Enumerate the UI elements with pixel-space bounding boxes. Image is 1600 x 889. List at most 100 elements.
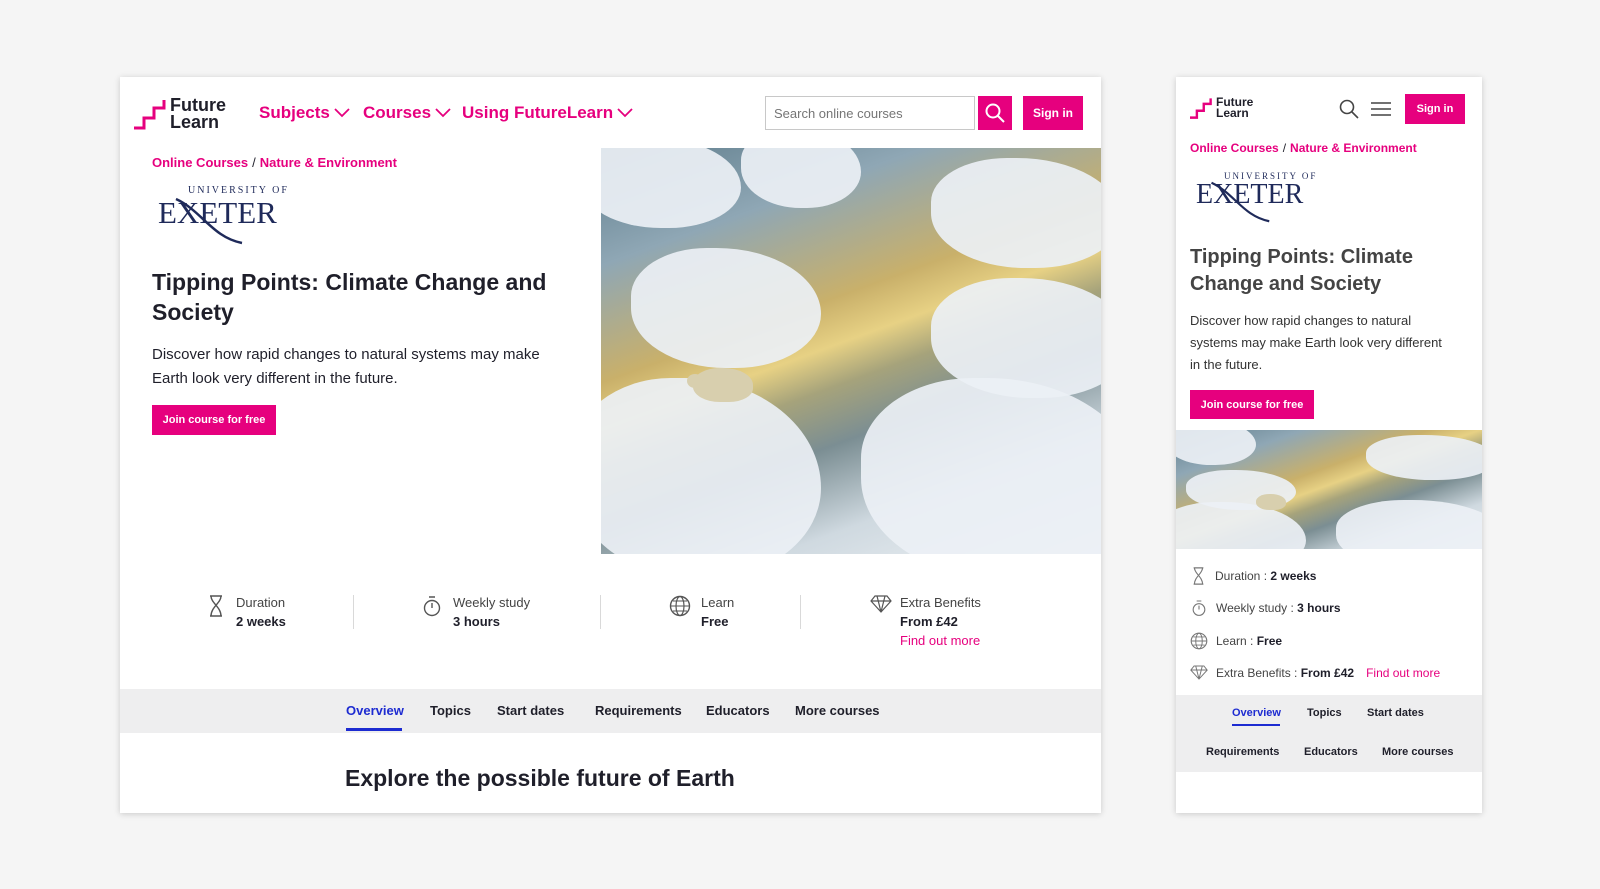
course-tabs-mobile: Overview Topics Start dates Requirements… [1176,695,1482,772]
stat-weekly-label: Weekly study [453,595,531,610]
menu-icon[interactable] [1371,101,1391,117]
hourglass-icon [210,595,222,617]
tab-start-dates[interactable]: Start dates [497,703,564,718]
nav-using-futurelearn[interactable]: Using FutureLearn [462,103,633,123]
stat-learn-mobile: Learn : Free [1190,632,1282,650]
stat-colon: : [1287,601,1298,615]
sign-in-button[interactable]: Sign in [1023,96,1083,130]
globe-icon [1190,632,1208,650]
futurelearn-logo-icon [134,100,166,130]
tab-educators[interactable]: Educators [706,703,770,718]
tab-active-underline [1232,724,1280,726]
stopwatch-icon [1192,600,1206,616]
join-course-button-mobile[interactable]: Join course for free [1190,390,1314,419]
exeter-swoosh-icon [175,197,243,245]
stat-colon: : [1290,665,1301,680]
hero-image-polar-bear [601,148,1101,554]
stat-duration-label: Duration [236,595,286,610]
globe-icon [669,595,691,617]
tab-overview[interactable]: Overview [1232,707,1281,719]
hero-image-polar-bear-mobile [1176,430,1482,549]
futurelearn-logo-icon [1190,98,1212,120]
stat-duration-value: 2 weeks [1270,569,1317,583]
stat-duration-value: 2 weeks [236,614,286,629]
tab-more-courses[interactable]: More courses [1382,746,1454,758]
breadcrumb-nature-environment[interactable]: Nature & Environment [260,155,397,170]
stat-weekly-study: Weekly study 3 hours [423,595,530,629]
tab-start-dates[interactable]: Start dates [1367,707,1424,719]
find-out-more-link-mobile[interactable]: Find out more [1366,666,1440,680]
nav-courses[interactable]: Courses [363,103,451,123]
stat-duration-label: Duration [1215,569,1261,583]
section-heading: Explore the possible future of Earth [345,765,735,791]
stat-learn: Learn Free [669,595,734,629]
stat-divider [800,595,801,629]
stat-extra-mobile: Extra Benefits : From £42 Find out more [1190,665,1440,680]
tab-requirements[interactable]: Requirements [1206,746,1279,758]
stat-weekly-value: 3 hours [1297,601,1341,615]
stat-divider [353,595,354,629]
search-box [765,96,975,130]
chevron-down-icon [334,108,350,118]
course-description: Discover how rapid changes to natural sy… [152,346,540,387]
nav-using-label: Using FutureLearn [462,103,614,122]
breadcrumb-separator: / [252,155,256,170]
tab-educators[interactable]: Educators [1304,746,1358,758]
stat-weekly-label: Weekly study [1216,601,1288,615]
logo-line2: Learn [170,112,220,133]
breadcrumb-separator: / [1282,141,1287,155]
stat-extra-benefits: Extra Benefits From £42 Find out more [870,595,981,648]
find-out-more-link[interactable]: Find out more [900,633,981,648]
tab-overview[interactable]: Overview [346,703,404,718]
nav-courses-label: Courses [363,103,432,122]
breadcrumb-nature-environment[interactable]: Nature & Environment [1290,141,1417,155]
diamond-icon [1190,665,1208,680]
mobile-frame: Future Learn Sign in Online Courses / Natu… [1176,77,1482,813]
nav-subjects[interactable]: Subjects [259,103,350,123]
stat-divider [600,595,601,629]
chevron-down-icon [435,108,451,118]
search-icon[interactable] [1339,99,1359,119]
chevron-down-icon [617,108,633,118]
tab-active-underline [346,728,402,731]
stat-learn-label: Learn [1216,634,1247,648]
tab-requirements[interactable]: Requirements [595,703,682,718]
futurelearn-logo-mobile[interactable]: Future Learn [1188,96,1253,121]
stat-learn-value: Free [1256,634,1283,648]
university-logo-mobile: UNIVERSITY OF EXETER [1190,171,1330,227]
stat-weekly-mobile: Weekly study : 3 hours [1192,599,1341,617]
course-tabs: Overview Topics Start dates Requirements… [120,689,1101,733]
stopwatch-icon [423,596,441,617]
course-title: Tipping Points: Climate Change and Socie… [152,269,547,325]
futurelearn-logo[interactable]: Future Learn [132,96,226,133]
course-title-mobile: Tipping Points: Climate Change and Socie… [1190,246,1413,295]
search-button[interactable] [978,96,1012,130]
tab-topics[interactable]: Topics [430,703,471,718]
breadcrumb-online-courses[interactable]: Online Courses [1190,141,1279,155]
tab-more-courses[interactable]: More courses [795,703,880,718]
stat-colon: : [1260,569,1271,583]
stat-weekly-value: 3 hours [453,614,500,629]
course-description-mobile: Discover how rapid changes to natural sy… [1190,313,1442,372]
breadcrumb-online-courses[interactable]: Online Courses [152,155,248,170]
search-icon [985,103,1005,123]
tab-topics[interactable]: Topics [1307,707,1342,719]
nav-subjects-label: Subjects [259,103,330,122]
sign-in-button-mobile[interactable]: Sign in [1405,94,1465,124]
breadcrumb: Online Courses / Nature & Environment [152,155,397,170]
join-course-button[interactable]: Join course for free [152,405,276,435]
diamond-icon [870,595,892,613]
search-input[interactable] [766,97,974,129]
exeter-swoosh-icon [1211,181,1270,223]
stat-extra-value: From £42 [1300,665,1355,680]
desktop-frame: Future Learn Subjects Courses Using Futu… [120,77,1101,813]
stat-extra-label: Extra Benefits [1216,665,1291,680]
breadcrumb-mobile: Online Courses / Nature & Environment [1190,141,1417,155]
stat-duration-mobile: Duration : 2 weeks [1192,567,1316,585]
hourglass-icon [1193,567,1204,585]
logo-line2: Learn [1216,106,1249,121]
university-logo: UNIVERSITY OF EXETER [152,185,302,249]
stat-duration: Duration 2 weeks [208,595,286,629]
stat-learn-label: Learn [701,595,735,610]
stat-extra-value: From £42 [900,614,958,629]
